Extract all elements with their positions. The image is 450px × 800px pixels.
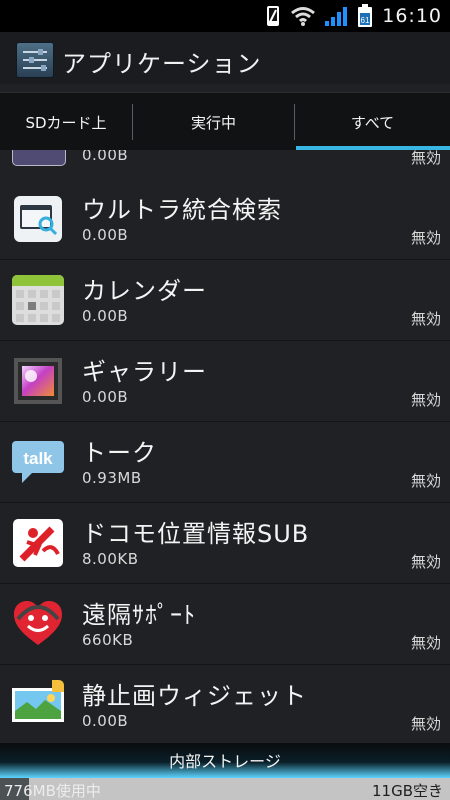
app-name: トーク [82,439,157,467]
calendar-icon [12,275,64,325]
photo-widget-icon [12,680,64,730]
app-name: 遠隔ｻﾎﾟｰﾄ [82,601,196,629]
app-name: カレンダー [82,277,207,305]
app-size: 8.00KB [82,550,139,568]
storage-free-text: 11GB空き [371,782,443,800]
app-status: 無効 [410,391,441,409]
app-bar: アプリケーション [0,32,450,84]
app-name: ギャラリー [82,358,207,386]
storage-used-text: 776MB使用中 [4,782,101,800]
tab-running-label: 実行中 [190,113,236,132]
app-status: 無効 [410,634,441,652]
app-status: 無効 [410,150,441,167]
app-name: ドコモ位置情報SUB [82,520,310,548]
app-status: 無効 [410,715,441,733]
status-icons: 61 16:10 [264,4,442,28]
app-size: 0.00B [82,150,129,164]
status-bar: 61 16:10 [0,0,450,32]
app-row-talk[interactable]: talk トーク 0.93MB 無効 [0,422,450,503]
tab-running[interactable]: 実行中 [133,93,294,151]
app-size: 0.00B [82,388,129,406]
app-size: 660KB [82,631,134,649]
storage-label: 内部ストレージ [169,752,281,771]
tab-all-label: すべて [350,113,395,132]
partial-app-icon [12,150,66,166]
app-status: 無効 [410,229,441,247]
storage-bar: 776MB使用中 11GB空き [0,778,450,800]
heart-support-icon [12,599,64,649]
page-title: アプリケーション [62,50,262,78]
app-name: ウルトラ統合検索 [82,196,282,224]
app-row-remote-support[interactable]: 遠隔ｻﾎﾟｰﾄ 660KB 無効 [0,584,450,665]
wifi-icon [290,5,316,27]
tab-all[interactable]: すべて [295,93,450,151]
gallery-icon [12,356,64,406]
app-size: 0.93MB [82,469,142,487]
application-list[interactable]: 0.00B 無効 ウルトラ統合検索 0.00B 無効 カレンダー 0.00B 無… [0,150,450,743]
app-row-ultra-search[interactable]: ウルトラ統合検索 0.00B 無効 [0,179,450,260]
phone-icon [264,4,282,28]
app-row-calendar[interactable]: カレンダー 0.00B 無効 [0,260,450,341]
status-time: 16:10 [382,5,442,27]
app-status: 無効 [410,553,441,571]
app-row-gallery[interactable]: ギャラリー 0.00B 無効 [0,341,450,422]
svg-text:talk: talk [23,449,53,468]
settings-icon[interactable] [16,42,54,78]
location-icon [12,518,64,568]
app-size: 0.00B [82,307,129,325]
app-status: 無効 [410,310,441,328]
tab-sd-card[interactable]: SDカード上 [0,93,132,151]
tab-bar: SDカード上 実行中 すべて [0,92,450,152]
app-status: 無効 [410,472,441,490]
app-row-docomo-location[interactable]: ドコモ位置情報SUB 8.00KB 無効 [0,503,450,584]
talk-icon: talk [12,437,64,487]
tab-sd-card-label: SDカード上 [25,113,107,132]
app-size: 0.00B [82,226,129,244]
app-size: 0.00B [82,712,129,730]
app-row-partial[interactable]: 0.00B 無効 [0,150,450,180]
app-name: 静止画ウィジェット [82,682,307,710]
search-window-icon [12,194,64,244]
app-row-photo-widget[interactable]: 静止画ウィジェット 0.00B 無効 [0,665,450,743]
signal-icon [324,5,348,27]
battery-level: 61 [361,16,370,25]
battery-icon: 61 [356,3,374,29]
